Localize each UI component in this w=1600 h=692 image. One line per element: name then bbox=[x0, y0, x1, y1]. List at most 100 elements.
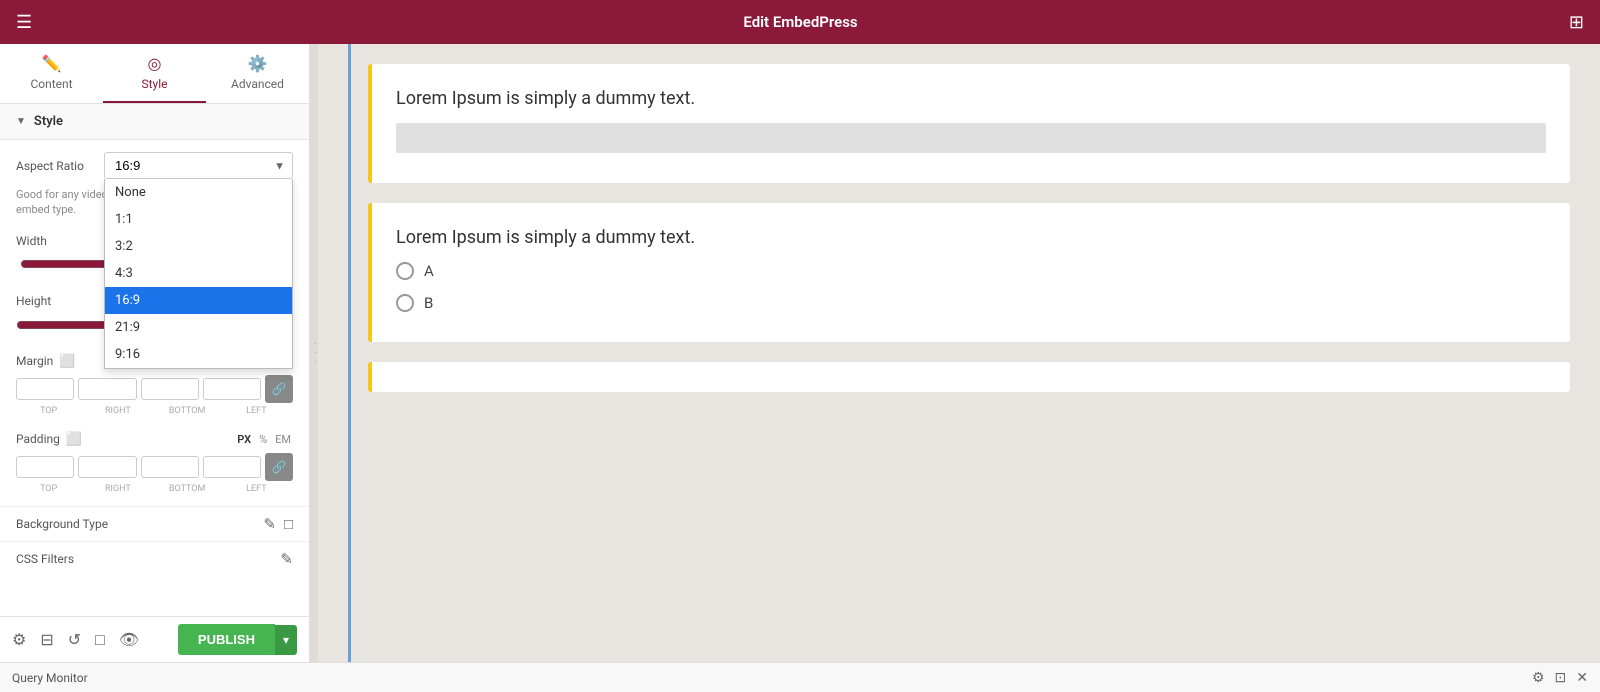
padding-left-label: LEFT bbox=[224, 484, 289, 494]
publish-button[interactable]: PUBLISH bbox=[178, 624, 275, 655]
option-16-9[interactable]: 16:9 bbox=[105, 287, 292, 314]
margin-inputs: 🔗 bbox=[16, 375, 293, 403]
padding-top-input[interactable] bbox=[16, 456, 74, 478]
margin-right-label: RIGHT bbox=[85, 406, 150, 416]
padding-sub-labels: TOP RIGHT BOTTOM LEFT bbox=[16, 484, 293, 494]
css-filters-pen-icon[interactable]: ✎ bbox=[280, 550, 293, 568]
qm-gear-icon[interactable]: ⚙ bbox=[1532, 670, 1545, 686]
option-9-16[interactable]: 9:16 bbox=[105, 341, 292, 368]
padding-unit-pct[interactable]: % bbox=[257, 432, 269, 447]
padding-unit-px[interactable]: PX bbox=[235, 432, 253, 447]
content-card-3-partial bbox=[368, 362, 1570, 392]
card1-embed-placeholder bbox=[396, 123, 1546, 153]
css-filters-icons: ✎ bbox=[280, 550, 293, 568]
background-type-icons: ✎ □ bbox=[263, 515, 293, 533]
query-monitor-icons: ⚙ ⊡ ✕ bbox=[1532, 670, 1588, 686]
eye-icon[interactable]: 👁 bbox=[119, 630, 139, 649]
aspect-ratio-dropdown[interactable]: None 1:1 3:2 4:3 16:9 21:9 9:16 ▼ None 1… bbox=[104, 152, 293, 179]
background-type-row: Background Type ✎ □ bbox=[0, 506, 309, 541]
top-header: ☰ Edit EmbedPress ⊞ bbox=[0, 0, 1600, 44]
content-card-2: Lorem Ipsum is simply a dummy text. A B bbox=[368, 203, 1570, 342]
publish-dropdown-button[interactable]: ▾ bbox=[275, 625, 297, 655]
margin-text: Margin bbox=[16, 354, 53, 368]
margin-left-input[interactable] bbox=[203, 378, 261, 400]
option-21-9[interactable]: 21:9 bbox=[105, 314, 292, 341]
margin-link-button[interactable]: 🔗 bbox=[265, 375, 293, 403]
history-icon[interactable]: ↺ bbox=[68, 630, 81, 649]
tab-style[interactable]: ◎ Style bbox=[103, 44, 206, 103]
padding-top-label: TOP bbox=[16, 484, 81, 494]
blue-accent-line bbox=[348, 44, 351, 662]
margin-sub-labels: TOP RIGHT BOTTOM LEFT bbox=[16, 406, 293, 416]
publish-area: PUBLISH ▾ bbox=[178, 624, 297, 655]
margin-bottom-input[interactable] bbox=[141, 378, 199, 400]
margin-icon: ⬜ bbox=[59, 354, 75, 369]
grid-icon[interactable]: ⊞ bbox=[1569, 12, 1584, 33]
background-square-icon[interactable]: □ bbox=[284, 515, 293, 533]
card1-title: Lorem Ipsum is simply a dummy text. bbox=[396, 88, 1546, 109]
radio-label-a: A bbox=[424, 262, 434, 280]
padding-bottom-label: BOTTOM bbox=[155, 484, 220, 494]
radio-circle-a[interactable] bbox=[396, 262, 414, 280]
padding-bottom-input[interactable] bbox=[141, 456, 199, 478]
tab-style-label: Style bbox=[141, 77, 167, 91]
content-card-1: Lorem Ipsum is simply a dummy text. bbox=[368, 64, 1570, 183]
padding-label: Padding ⬜ bbox=[16, 432, 82, 447]
margin-top-label: TOP bbox=[16, 406, 81, 416]
bottom-left-icons: ⚙ ⊟ ↺ □ 👁 bbox=[12, 630, 139, 650]
device-icon[interactable]: □ bbox=[95, 630, 105, 650]
dropdown-open-menu: None 1:1 3:2 4:3 16:9 21:9 9:16 bbox=[104, 179, 293, 369]
qm-window-icon[interactable]: ⊡ bbox=[1555, 670, 1567, 686]
left-panel: ✏️ Content ◎ Style ⚙️ Advanced ▼ Style A… bbox=[0, 44, 310, 662]
tab-content[interactable]: ✏️ Content bbox=[0, 44, 103, 103]
qm-close-icon[interactable]: ✕ bbox=[1576, 670, 1588, 686]
card2-option-a: A bbox=[396, 262, 1546, 280]
option-4-3[interactable]: 4:3 bbox=[105, 260, 292, 287]
query-monitor-bar: Query Monitor ⚙ ⊡ ✕ bbox=[0, 662, 1600, 692]
chevron-down-icon: ▼ bbox=[16, 116, 26, 127]
option-3-2[interactable]: 3:2 bbox=[105, 233, 292, 260]
radio-circle-b[interactable] bbox=[396, 294, 414, 312]
margin-left-label: LEFT bbox=[224, 406, 289, 416]
margin-bottom-label: BOTTOM bbox=[155, 406, 220, 416]
style-tab-icon: ◎ bbox=[148, 54, 162, 73]
bottom-toolbar: ⚙ ⊟ ↺ □ 👁 PUBLISH ▾ bbox=[0, 616, 309, 662]
option-none[interactable]: None bbox=[105, 179, 292, 206]
query-monitor-label: Query Monitor bbox=[12, 671, 88, 685]
aspect-ratio-select[interactable]: None 1:1 3:2 4:3 16:9 21:9 9:16 bbox=[104, 152, 293, 179]
right-content: Lorem Ipsum is simply a dummy text. Lore… bbox=[318, 44, 1600, 662]
padding-icon: ⬜ bbox=[66, 432, 82, 447]
padding-row: Padding ⬜ PX % EM 🔗 bbox=[0, 428, 309, 506]
padding-unit-em[interactable]: EM bbox=[273, 432, 293, 447]
css-filters-label: CSS Filters bbox=[16, 552, 74, 566]
hamburger-icon[interactable]: ☰ bbox=[16, 12, 32, 33]
style-section-label: Style bbox=[34, 114, 63, 129]
advanced-tab-icon: ⚙️ bbox=[248, 54, 268, 73]
margin-right-input[interactable] bbox=[78, 378, 136, 400]
gear-icon[interactable]: ⚙ bbox=[12, 630, 26, 649]
header-title: Edit EmbedPress bbox=[743, 13, 857, 31]
panel-content: ▼ Style Aspect Ratio None 1:1 3:2 4:3 16… bbox=[0, 104, 309, 616]
padding-inputs: 🔗 bbox=[16, 453, 293, 481]
background-type-label: Background Type bbox=[16, 517, 108, 531]
card2-title: Lorem Ipsum is simply a dummy text. bbox=[396, 227, 1546, 248]
margin-label: Margin ⬜ bbox=[16, 354, 75, 369]
tab-advanced-label: Advanced bbox=[231, 77, 284, 91]
content-tab-icon: ✏️ bbox=[42, 54, 62, 73]
tab-advanced[interactable]: ⚙️ Advanced bbox=[206, 44, 309, 103]
padding-left-input[interactable] bbox=[203, 456, 261, 478]
resize-handle[interactable]: · · · bbox=[310, 44, 318, 662]
padding-units: PX % EM bbox=[235, 432, 293, 447]
padding-link-button[interactable]: 🔗 bbox=[265, 453, 293, 481]
css-filters-row: CSS Filters ✎ bbox=[0, 541, 309, 576]
padding-right-input[interactable] bbox=[78, 456, 136, 478]
background-pen-icon[interactable]: ✎ bbox=[263, 515, 276, 533]
option-1-1[interactable]: 1:1 bbox=[105, 206, 292, 233]
style-section-header: ▼ Style bbox=[0, 104, 309, 140]
card2-option-b: B bbox=[396, 294, 1546, 312]
padding-text: Padding bbox=[16, 432, 60, 446]
tab-bar: ✏️ Content ◎ Style ⚙️ Advanced bbox=[0, 44, 309, 104]
aspect-ratio-row: Aspect Ratio None 1:1 3:2 4:3 16:9 21:9 … bbox=[0, 140, 309, 185]
margin-top-input[interactable] bbox=[16, 378, 74, 400]
layers-icon[interactable]: ⊟ bbox=[40, 630, 53, 649]
